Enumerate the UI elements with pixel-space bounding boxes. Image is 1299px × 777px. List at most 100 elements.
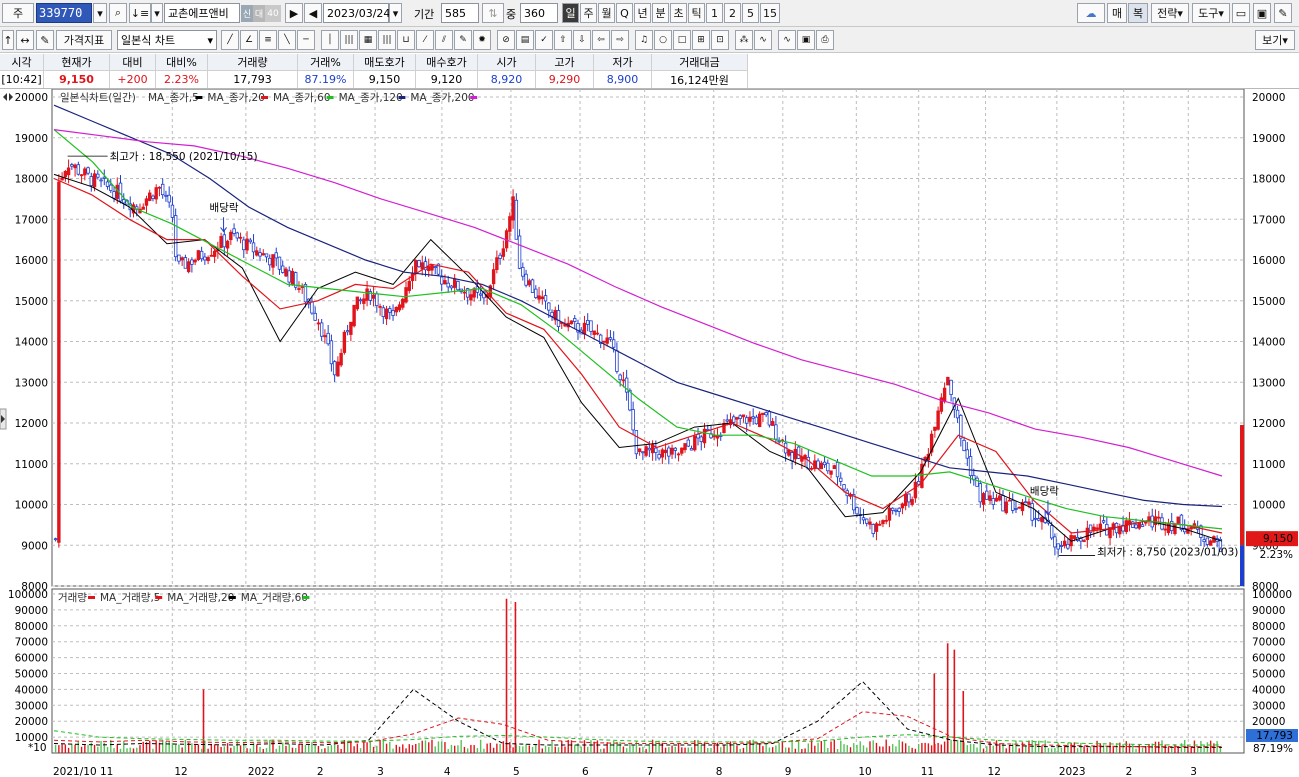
market-select[interactable]: 주 bbox=[2, 3, 34, 23]
candle-body bbox=[1157, 516, 1161, 519]
draw-tool-15-icon[interactable]: ▤ bbox=[516, 30, 534, 50]
cloud-button[interactable]: ☁ bbox=[1077, 3, 1105, 23]
candle-body bbox=[122, 199, 126, 204]
candle-body bbox=[767, 411, 772, 426]
candle-body bbox=[754, 416, 759, 425]
draw-tool-25-icon[interactable]: ⊡ bbox=[711, 30, 729, 50]
draw-tool-0-icon[interactable]: ╱ bbox=[221, 30, 239, 50]
cycle-tab-3[interactable]: Q bbox=[616, 3, 633, 23]
draw-tool-30-icon[interactable]: ⎙ bbox=[816, 30, 834, 50]
strategy-button[interactable]: 전략 ▾ bbox=[1151, 3, 1189, 23]
cycle-tab-9[interactable]: 2 bbox=[724, 3, 741, 23]
tools-button[interactable]: 도구 ▾ bbox=[1192, 3, 1230, 23]
date-input[interactable]: 2023/03/24 bbox=[323, 3, 390, 23]
draw-tool-26-icon[interactable]: ⁂ bbox=[735, 30, 753, 50]
period-input[interactable]: 585 bbox=[441, 3, 479, 23]
draw-tool-8-icon[interactable]: ||| bbox=[378, 30, 396, 50]
draw-tool-22-icon[interactable]: ○ bbox=[654, 30, 672, 50]
price-legend-swatch bbox=[398, 96, 406, 99]
expand-button[interactable]: ↔ bbox=[16, 30, 34, 50]
draw-tool-27-icon[interactable]: ∿ bbox=[754, 30, 772, 50]
draw-tool-29-icon[interactable]: ▣ bbox=[797, 30, 815, 50]
stock-code-input[interactable]: 339770 bbox=[36, 3, 92, 23]
draw-tool-12-icon[interactable]: ✎ bbox=[454, 30, 472, 50]
candle-body bbox=[281, 265, 285, 273]
volume-tick-right: 100000 bbox=[1252, 589, 1292, 601]
candle-body bbox=[358, 299, 363, 302]
volume-plot-frame bbox=[51, 588, 1245, 754]
draw-tool-16-icon[interactable]: ✓ bbox=[535, 30, 553, 50]
candle-body bbox=[186, 261, 191, 273]
cycle-tab-11[interactable]: 15 bbox=[760, 3, 780, 23]
cycle-tab-4[interactable]: 년 bbox=[634, 3, 651, 23]
sort-button[interactable]: ↓≡ bbox=[129, 3, 151, 23]
stock-name-field[interactable]: 교촌에프앤비 bbox=[164, 3, 240, 23]
draw-tool-18-icon[interactable]: ⇩ bbox=[573, 30, 591, 50]
search-button[interactable]: ⌕ bbox=[109, 3, 127, 23]
draw-tool-6-icon[interactable]: ||| bbox=[340, 30, 358, 50]
price-chart[interactable]: 8000 80009000 900010000 1000011000 110001200… bbox=[0, 89, 1299, 777]
candle-body bbox=[748, 416, 752, 422]
draw-tool-28-icon[interactable]: ∿ bbox=[778, 30, 796, 50]
draw-tool-3-icon[interactable]: ╲ bbox=[278, 30, 296, 50]
candle-body bbox=[621, 379, 626, 382]
quote-header-1: 현재가 bbox=[44, 54, 110, 71]
draw-tool-9-icon[interactable]: ⊔ bbox=[397, 30, 415, 50]
draw-tool-23-icon[interactable]: □ bbox=[673, 30, 691, 50]
view-button[interactable]: 보기 ▾ bbox=[1255, 30, 1295, 50]
draw-tool-19-icon[interactable]: ⇦ bbox=[592, 30, 610, 50]
overlap-input[interactable]: 360 bbox=[520, 3, 558, 23]
candle-body bbox=[689, 448, 694, 451]
candle-body bbox=[757, 413, 762, 427]
candle-body bbox=[829, 470, 833, 475]
candle-body bbox=[271, 254, 275, 268]
code-dropdown-button[interactable]: ▾ bbox=[93, 3, 107, 23]
candle-body bbox=[248, 239, 252, 243]
chart-type-select[interactable]: 일본식 차트 ▾ bbox=[117, 30, 217, 50]
scroll-up-button[interactable]: ↑ bbox=[2, 30, 14, 50]
draw-tool-24-icon[interactable]: ⊞ bbox=[692, 30, 710, 50]
draw-tool-21-icon[interactable]: ♫ bbox=[635, 30, 653, 50]
settings-button[interactable]: ✎ bbox=[1274, 3, 1292, 23]
price-legend-swatch bbox=[261, 96, 268, 99]
draw-tool-20-icon[interactable]: ⇨ bbox=[611, 30, 629, 50]
save-button[interactable]: ▣ bbox=[1253, 3, 1271, 23]
draw-tool-11-icon[interactable]: ⫽ bbox=[435, 30, 453, 50]
open-button[interactable]: ▭ bbox=[1232, 3, 1250, 23]
cycle-tab-1[interactable]: 주 bbox=[580, 3, 597, 23]
draw-tool-13-icon[interactable]: ✹ bbox=[473, 30, 491, 50]
draw-tool-14-icon[interactable]: ⊘ bbox=[497, 30, 515, 50]
quote-table: 시각 [10:42] 현재가 9,150 대비 +200 대비% 2.23% 거래량 17,793… bbox=[0, 54, 1299, 89]
candle-body bbox=[1024, 501, 1028, 504]
edit-button[interactable]: ✎ bbox=[36, 30, 54, 50]
cycle-tab-7[interactable]: 틱 bbox=[688, 3, 705, 23]
cycle-tab-2[interactable]: 월 bbox=[598, 3, 615, 23]
cycle-tab-10[interactable]: 5 bbox=[742, 3, 759, 23]
draw-tool-7-icon[interactable]: ▦ bbox=[359, 30, 377, 50]
cycle-tab-0[interactable]: 일 bbox=[562, 3, 579, 23]
candle-body bbox=[1062, 540, 1067, 547]
right-badges: 9,150 2.23% 17,79387.19% bbox=[0, 408, 1298, 755]
prev-button[interactable]: ◀ bbox=[304, 3, 322, 23]
draw-tool-5-icon[interactable]: │ bbox=[321, 30, 339, 50]
cycle-tab-6[interactable]: 초 bbox=[670, 3, 687, 23]
draw-tool-2-icon[interactable]: ≡ bbox=[259, 30, 277, 50]
period-label: 기간 bbox=[414, 8, 435, 21]
cycle-tab-5[interactable]: 분 bbox=[652, 3, 669, 23]
candle-body bbox=[427, 266, 431, 271]
cycle-tab-8[interactable]: 1 bbox=[706, 3, 723, 23]
candle-body bbox=[770, 421, 775, 426]
draw-tool-4-icon[interactable]: ─ bbox=[297, 30, 315, 50]
candle-body bbox=[897, 507, 901, 512]
candle-body bbox=[323, 335, 327, 338]
buy-button[interactable]: 매 bbox=[1107, 3, 1127, 23]
sort-dropdown-button[interactable]: ▾ bbox=[151, 3, 163, 23]
next-button[interactable]: ▶ bbox=[285, 3, 303, 23]
draw-tool-1-icon[interactable]: ∠ bbox=[240, 30, 258, 50]
draw-tool-10-icon[interactable]: ⁄ bbox=[416, 30, 434, 50]
indicator-button[interactable]: 가격지표 bbox=[56, 30, 112, 50]
period-adjust-button[interactable]: ⇅ bbox=[482, 3, 504, 23]
draw-tool-17-icon[interactable]: ⇧ bbox=[554, 30, 572, 50]
date-dropdown-button[interactable]: ▾ bbox=[389, 3, 402, 23]
copy-button[interactable]: 복 bbox=[1128, 3, 1148, 23]
